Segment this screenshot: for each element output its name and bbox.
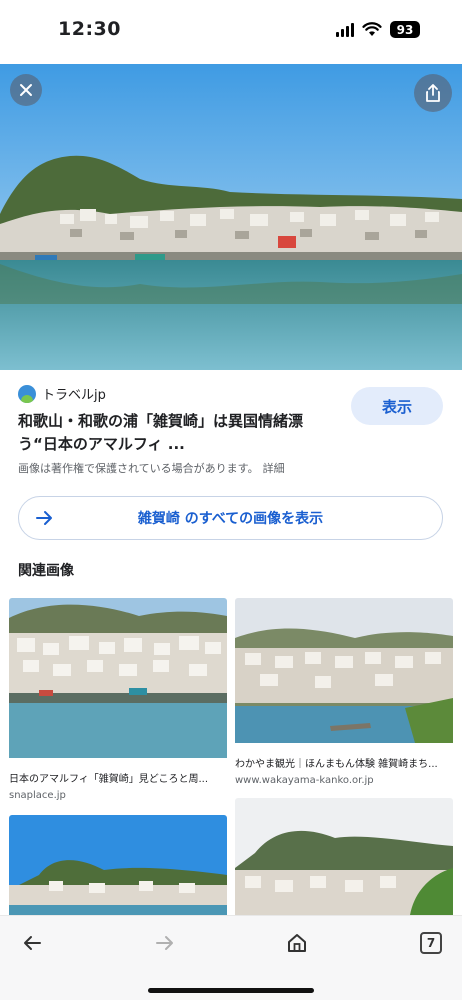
copyright-notice: 画像は著作権で保護されている場合があります。 詳細 xyxy=(18,460,285,476)
share-button[interactable] xyxy=(414,74,452,112)
share-icon xyxy=(426,84,440,102)
status-time: 12:30 xyxy=(58,18,121,40)
result-title[interactable]: 和歌山・和歌の浦「雑賀崎」は異国情緒漂う“日本のアマルフィ ... xyxy=(18,410,334,456)
all-images-button[interactable]: 雑賀崎 のすべての画像を表示 xyxy=(18,496,443,540)
source-name: トラベルjp xyxy=(42,388,106,403)
arrow-right-icon xyxy=(36,511,52,525)
source-logo-icon xyxy=(18,384,36,403)
related-image-card[interactable] xyxy=(235,798,453,919)
related-caption: わかやま観光｜ほんまもん体験 雑賀崎まち... xyxy=(235,759,438,770)
home-icon xyxy=(288,934,306,952)
source-row[interactable]: トラベルjp xyxy=(18,384,106,403)
visit-button[interactable]: 表示 xyxy=(351,387,443,425)
back-button[interactable] xyxy=(17,928,47,958)
status-bar: 12:30 93 xyxy=(0,0,462,62)
related-image-card[interactable]: 日本のアマルフィ「雑賀崎」見どころと周... snaplace.jp xyxy=(9,598,227,801)
related-image-card[interactable] xyxy=(9,815,227,919)
signal-icon xyxy=(336,22,354,37)
related-thumbnail xyxy=(9,598,227,762)
battery-indicator: 93 xyxy=(390,21,420,38)
related-thumbnail xyxy=(235,798,453,919)
bottom-toolbar: 7 xyxy=(0,915,462,1000)
main-image[interactable] xyxy=(0,64,462,370)
related-image-card[interactable]: わかやま観光｜ほんまもん体験 雑賀崎まち... www.wakayama-kan… xyxy=(235,598,453,786)
details-link[interactable]: 詳細 xyxy=(263,462,285,475)
related-caption: 日本のアマルフィ「雑賀崎」見どころと周... xyxy=(9,774,209,785)
home-button[interactable] xyxy=(282,928,312,958)
copyright-text: 画像は著作権で保護されている場合があります。 xyxy=(18,462,259,475)
harbor-photo xyxy=(0,64,462,370)
forward-button[interactable] xyxy=(150,928,180,958)
related-heading: 関連画像 xyxy=(18,563,74,579)
related-thumbnail xyxy=(235,598,453,747)
wifi-icon xyxy=(362,22,382,36)
related-thumbnail xyxy=(9,815,227,919)
forward-arrow-icon xyxy=(156,936,173,950)
home-indicator xyxy=(148,988,314,993)
status-icons: 93 xyxy=(336,21,420,38)
close-button[interactable] xyxy=(10,74,42,106)
all-images-label: 雑賀崎 のすべての画像を表示 xyxy=(137,511,324,527)
related-site: snaplace.jp xyxy=(9,790,66,801)
close-icon xyxy=(20,84,32,96)
related-site: www.wakayama-kanko.or.jp xyxy=(235,775,374,786)
tabs-icon: 7 xyxy=(420,932,442,954)
tabs-button[interactable]: 7 xyxy=(416,928,446,958)
back-arrow-icon xyxy=(24,936,41,950)
